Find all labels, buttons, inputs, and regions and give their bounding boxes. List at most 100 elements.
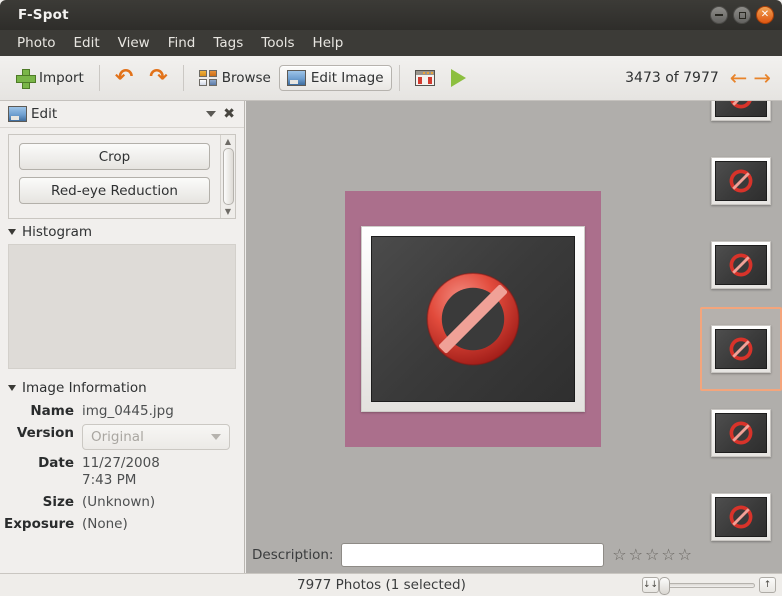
rating-stars[interactable]: ☆ ☆ ☆ ☆ ☆ (612, 547, 694, 563)
menu-photo[interactable]: Photo (8, 32, 65, 54)
window-title: F-Spot (18, 7, 69, 23)
slideshow-button[interactable] (443, 64, 474, 92)
chevron-down-icon (211, 433, 221, 440)
info-row-version: Version Original (4, 423, 234, 450)
rotate-left-button[interactable]: ↶ (107, 62, 141, 94)
menu-tools[interactable]: Tools (252, 32, 303, 54)
thumbnail-image (715, 497, 767, 537)
status-bar: 7977 Photos (1 selected) ↓↓ ↑ (0, 573, 782, 596)
edit-image-button[interactable]: Edit Image (278, 65, 392, 91)
menu-help[interactable]: Help (304, 32, 353, 54)
next-photo-button[interactable]: → (750, 67, 774, 89)
plus-icon (16, 69, 36, 89)
thumbnail-strip[interactable] (700, 101, 782, 573)
browse-label: Browse (221, 70, 271, 86)
previous-photo-button[interactable]: ← (727, 67, 751, 89)
thumbnail-frame (711, 241, 771, 289)
thumbnail-item[interactable] (700, 101, 782, 139)
description-bar: Description: ☆ ☆ ☆ ☆ ☆ (246, 537, 700, 573)
histogram-display (8, 244, 236, 369)
close-panel-icon[interactable]: ✖ (220, 106, 238, 122)
thumbnail-frame (711, 409, 771, 457)
histogram-title: Histogram (22, 224, 93, 240)
description-input[interactable] (341, 543, 605, 567)
window-controls: ✕ (710, 6, 774, 24)
edit-image-icon (286, 70, 306, 86)
menu-tags[interactable]: Tags (204, 32, 252, 54)
description-label: Description: (252, 547, 334, 563)
thumbnail-image (715, 161, 767, 201)
thumbnail-frame (711, 493, 771, 541)
title-bar: F-Spot ✕ (0, 0, 782, 30)
zoom-control: ↓↓ ↑ (642, 576, 776, 595)
photo-counter: 3473 of 7977 (625, 70, 719, 86)
info-row-date: Date 11/27/2008 7:43 PM (4, 454, 234, 489)
star-1[interactable]: ☆ (612, 547, 626, 563)
edit-panel-scrollbar[interactable]: ▲ ▼ (220, 135, 235, 218)
import-button[interactable]: Import (8, 64, 92, 92)
star-4[interactable]: ☆ (661, 547, 675, 563)
toolbar: Import ↶ ↷ Browse Edit Image 3473 of 797… (0, 56, 782, 101)
image-information-table: Name img_0445.jpg Version Original Date … (0, 400, 244, 536)
edit-tool-buttons: Crop Red-eye Reduction (9, 135, 220, 218)
menu-edit[interactable]: Edit (65, 32, 109, 54)
star-2[interactable]: ☆ (629, 547, 643, 563)
rotate-right-icon: ↷ (149, 65, 168, 90)
info-row-size: Size (Unknown) (4, 493, 234, 511)
crop-button[interactable]: Crop (19, 143, 210, 170)
close-button[interactable]: ✕ (756, 6, 774, 24)
thumbnail-item[interactable] (700, 139, 782, 223)
edit-image-label: Edit Image (310, 70, 384, 86)
thumbnail-image (715, 413, 767, 453)
thumbnail-item[interactable] (700, 475, 782, 559)
rotate-right-button[interactable]: ↷ (141, 62, 175, 94)
zoom-slider-thumb[interactable] (659, 576, 670, 595)
thumbnail-selected[interactable] (700, 307, 782, 391)
no-entry-icon (730, 101, 752, 109)
menu-find[interactable]: Find (159, 32, 205, 54)
rotate-left-icon: ↶ (114, 65, 134, 90)
zoom-slider-track[interactable] (659, 576, 755, 595)
thumbnail-item[interactable] (700, 223, 782, 307)
scrollbar-thumb[interactable] (222, 148, 234, 205)
zoom-fit-button[interactable]: ↓↓ (642, 577, 659, 593)
image-information-title: Image Information (22, 380, 147, 396)
star-3[interactable]: ☆ (645, 547, 659, 563)
thumbnail-item[interactable] (700, 559, 782, 573)
minimize-button[interactable] (710, 6, 728, 24)
thumbnail-frame (711, 101, 771, 121)
edit-panel-header: Edit ✖ (0, 101, 244, 128)
version-dropdown[interactable]: Original (82, 423, 230, 450)
exposure-label: Exposure (4, 515, 75, 532)
browse-button[interactable]: Browse (191, 65, 279, 91)
version-label: Version (16, 424, 74, 441)
fullscreen-button[interactable] (407, 65, 443, 91)
chevron-down-icon[interactable] (206, 111, 217, 117)
expander-triangle-icon (8, 229, 16, 235)
no-entry-icon (729, 337, 753, 361)
date-value: 11/27/2008 7:43 PM (82, 454, 160, 488)
edit-panel-icon (8, 106, 27, 122)
zoom-in-button[interactable]: ↑ (759, 577, 776, 593)
menu-view[interactable]: View (109, 32, 159, 54)
size-value: (Unknown) (82, 493, 156, 510)
image-information-section-header[interactable]: Image Information (0, 375, 244, 400)
photo-mat (361, 226, 585, 412)
no-entry-icon (729, 421, 753, 445)
scroll-down-icon[interactable]: ▼ (225, 207, 231, 216)
edit-panel-title: Edit (31, 106, 58, 122)
scroll-up-icon[interactable]: ▲ (225, 137, 231, 146)
thumbnail-item[interactable] (700, 391, 782, 475)
red-eye-reduction-button[interactable]: Red-eye Reduction (19, 177, 210, 204)
close-icon: ✕ (760, 9, 770, 20)
star-5[interactable]: ☆ (678, 547, 692, 563)
version-value: Original (91, 428, 144, 445)
browse-grid-icon (198, 70, 217, 86)
photo-canvas[interactable] (246, 101, 700, 537)
maximize-button[interactable] (733, 6, 751, 24)
fspot-window: F-Spot ✕ Photo Edit View Find Tags Tools… (0, 0, 782, 596)
photo-image (371, 236, 575, 402)
histogram-section-header[interactable]: Histogram (0, 219, 244, 244)
no-entry-icon (729, 169, 753, 193)
toolbar-separator-1 (98, 65, 100, 91)
